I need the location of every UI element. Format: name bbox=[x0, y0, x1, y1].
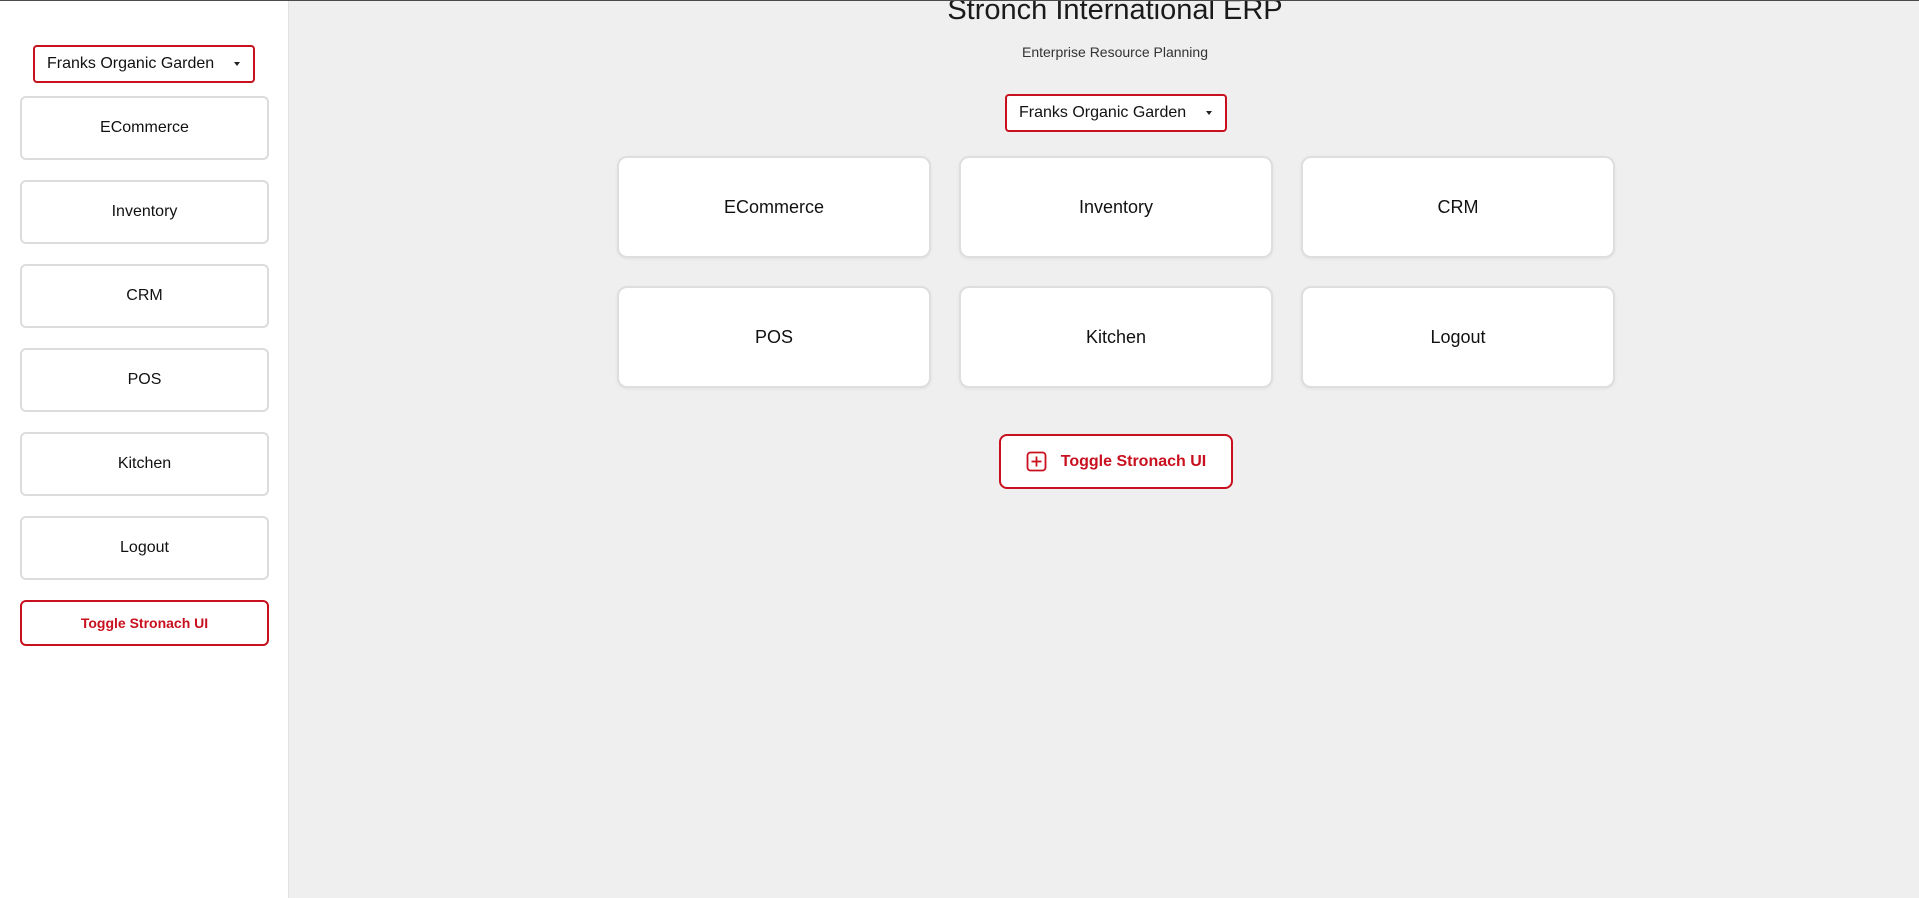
sidebar-item-label: Inventory bbox=[111, 203, 178, 220]
sidebar-company-select[interactable]: Franks Organic Garden bbox=[33, 45, 255, 83]
plus-square-icon bbox=[1026, 451, 1047, 472]
sidebar: Franks Organic Garden ECommerce Inventor… bbox=[0, 0, 289, 898]
caret-down-icon bbox=[1206, 111, 1212, 115]
module-card-label: CRM bbox=[1437, 196, 1479, 217]
main-company-select[interactable]: Franks Organic Garden bbox=[1005, 94, 1227, 132]
sidebar-item-crm[interactable]: CRM bbox=[20, 264, 269, 328]
sidebar-item-label: Logout bbox=[120, 539, 169, 556]
sidebar-item-logout[interactable]: Logout bbox=[20, 516, 269, 580]
module-card-label: ECommerce bbox=[723, 196, 825, 217]
module-card-label: Kitchen bbox=[1085, 326, 1147, 347]
module-card-label: Logout bbox=[1430, 326, 1486, 347]
top-border bbox=[0, 0, 1919, 1]
sidebar-item-ecommerce[interactable]: ECommerce bbox=[20, 96, 269, 160]
caret-down-icon bbox=[234, 62, 240, 66]
sidebar-item-pos[interactable]: POS bbox=[20, 348, 269, 412]
toggle-stronach-ui-button[interactable]: Toggle Stronach UI bbox=[999, 434, 1233, 489]
module-card-label: POS bbox=[754, 326, 793, 347]
sidebar-toggle-ui-label: Toggle Stronach UI bbox=[80, 615, 209, 631]
main-content: Stronch International ERP Enterprise Res… bbox=[290, 0, 1919, 898]
sidebar-item-kitchen[interactable]: Kitchen bbox=[20, 432, 269, 496]
page-title: Stronch International ERP bbox=[947, 0, 1283, 26]
main-company-select-value: Franks Organic Garden bbox=[1019, 104, 1187, 121]
sidebar-item-label: POS bbox=[127, 371, 162, 388]
module-card-inventory[interactable]: Inventory bbox=[959, 156, 1273, 258]
sidebar-item-inventory[interactable]: Inventory bbox=[20, 180, 269, 244]
sidebar-company-select-value: Franks Organic Garden bbox=[47, 55, 215, 72]
module-card-crm[interactable]: CRM bbox=[1301, 156, 1615, 258]
module-card-pos[interactable]: POS bbox=[617, 286, 931, 388]
toggle-stronach-ui-label: Toggle Stronach UI bbox=[1060, 452, 1207, 470]
module-card-label: Inventory bbox=[1078, 196, 1154, 217]
module-card-kitchen[interactable]: Kitchen bbox=[959, 286, 1273, 388]
module-card-ecommerce[interactable]: ECommerce bbox=[617, 156, 931, 258]
module-card-logout[interactable]: Logout bbox=[1301, 286, 1615, 388]
sidebar-item-label: Kitchen bbox=[117, 455, 172, 472]
sidebar-toggle-ui-button[interactable]: Toggle Stronach UI bbox=[20, 600, 269, 646]
sidebar-item-label: ECommerce bbox=[100, 119, 189, 136]
page-subtitle: Enterprise Resource Planning bbox=[1022, 44, 1208, 60]
sidebar-item-label: CRM bbox=[126, 287, 163, 304]
